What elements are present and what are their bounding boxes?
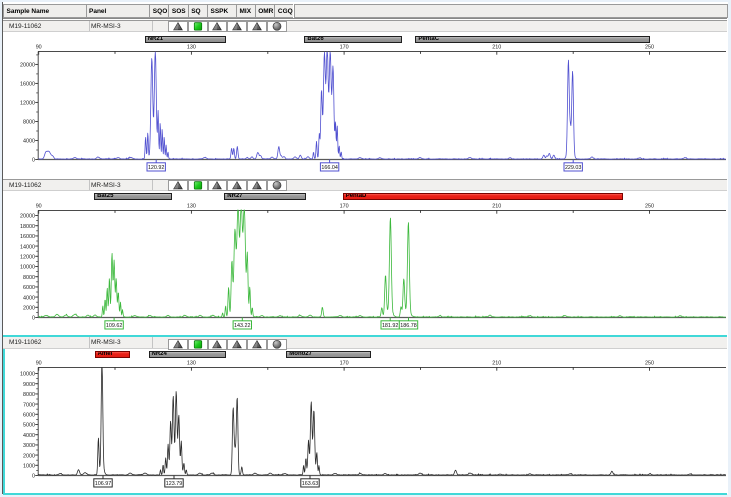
svg-text:4000: 4000 [23,433,35,439]
svg-text:109.62: 109.62 [106,323,123,329]
svg-text:166.04: 166.04 [321,165,338,171]
svg-text:6000: 6000 [23,413,35,419]
svg-text:4000: 4000 [23,139,35,145]
svg-text:1000: 1000 [23,464,35,470]
svg-text:8000: 8000 [23,392,35,398]
svg-text:90: 90 [36,361,42,367]
svg-text:2000: 2000 [23,453,35,459]
svg-text:106.97: 106.97 [95,481,112,487]
svg-text:170: 170 [340,361,349,367]
svg-text:210: 210 [492,361,501,367]
svg-text:130: 130 [187,204,196,210]
svg-text:8000: 8000 [23,275,35,281]
svg-text:3000: 3000 [23,443,35,449]
svg-text:90: 90 [36,45,42,51]
svg-text:130: 130 [187,361,196,367]
svg-text:4000: 4000 [23,295,35,301]
svg-text:10000: 10000 [20,265,35,271]
svg-text:9000: 9000 [23,382,35,388]
svg-text:120.92: 120.92 [148,165,165,171]
svg-text:170: 170 [340,45,349,51]
svg-text:18000: 18000 [20,224,35,230]
svg-text:14000: 14000 [20,244,35,250]
svg-text:90: 90 [36,204,42,210]
svg-text:163.63: 163.63 [302,481,319,487]
svg-text:170: 170 [340,204,349,210]
svg-text:0: 0 [32,158,35,164]
svg-text:6000: 6000 [23,285,35,291]
svg-text:12000: 12000 [20,255,35,261]
svg-text:16000: 16000 [20,234,35,240]
svg-text:10000: 10000 [20,372,35,378]
svg-text:210: 210 [492,204,501,210]
svg-text:0: 0 [32,474,35,480]
svg-text:20000: 20000 [20,63,35,69]
svg-text:186.78: 186.78 [400,323,417,329]
svg-text:210: 210 [492,45,501,51]
svg-text:5000: 5000 [23,423,35,429]
svg-text:130: 130 [187,45,196,51]
svg-text:143.22: 143.22 [234,323,251,329]
svg-text:250: 250 [645,361,654,367]
svg-text:7000: 7000 [23,402,35,408]
svg-text:250: 250 [645,204,654,210]
svg-text:250: 250 [645,45,654,51]
svg-text:12000: 12000 [20,101,35,107]
svg-text:16000: 16000 [20,82,35,88]
svg-text:0: 0 [32,316,35,322]
svg-text:2000: 2000 [23,306,35,312]
svg-text:229.03: 229.03 [565,165,582,171]
svg-text:123.79: 123.79 [166,481,183,487]
svg-text:181.92: 181.92 [382,323,399,329]
svg-text:20000: 20000 [20,214,35,220]
svg-text:8000: 8000 [23,120,35,126]
